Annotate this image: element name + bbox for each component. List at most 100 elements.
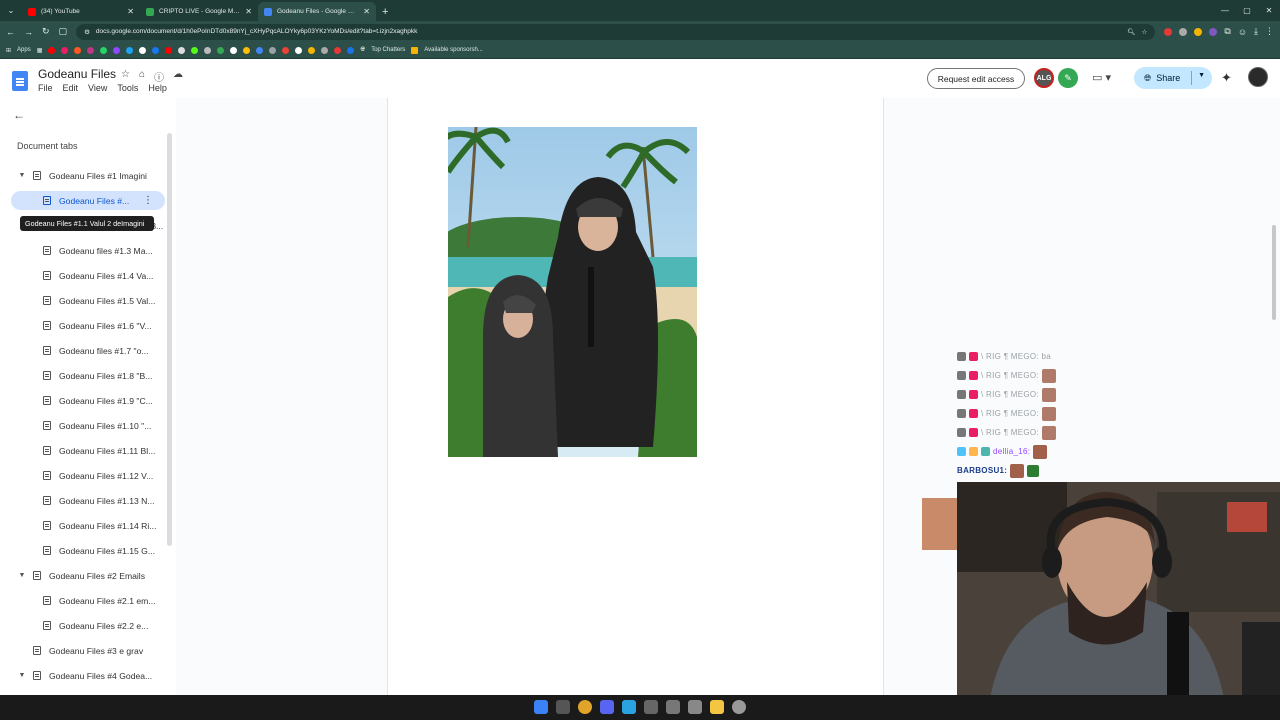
sidebar-tab-item[interactable]: Godeanu Files #1.8 "B... bbox=[37, 366, 160, 385]
document-image[interactable] bbox=[448, 127, 697, 457]
app-icon[interactable] bbox=[666, 700, 680, 714]
sidebar-tab-item[interactable]: Godeanu Files #1.10 "... bbox=[37, 416, 160, 435]
search-icon[interactable] bbox=[556, 700, 570, 714]
bookmark-icon[interactable] bbox=[282, 46, 290, 54]
google-docs-logo-icon[interactable] bbox=[12, 71, 28, 91]
tab-search-icon[interactable]: ⌄ bbox=[0, 0, 22, 21]
bookmark-icon[interactable] bbox=[113, 46, 121, 54]
discord-icon[interactable] bbox=[600, 700, 614, 714]
sidebar-tab-item[interactable]: Godeanu Files #1.15 G... bbox=[37, 541, 160, 560]
extension-icon[interactable] bbox=[1209, 27, 1218, 36]
bookmark-icon[interactable] bbox=[126, 46, 134, 54]
extension-icon[interactable] bbox=[1194, 27, 1203, 36]
back-arrow-icon[interactable]: ← bbox=[13, 108, 25, 122]
menu-help[interactable]: Help bbox=[148, 83, 167, 93]
document-title[interactable]: Godeanu Files bbox=[38, 67, 116, 81]
sidebar-tab-item[interactable]: Godeanu Files #2.1 em... bbox=[37, 591, 160, 610]
close-tab-icon[interactable]: ✕ bbox=[127, 7, 134, 16]
menu-edit[interactable]: Edit bbox=[63, 83, 79, 93]
extension-icon[interactable] bbox=[1164, 27, 1173, 36]
chevron-down-icon[interactable]: ▼ bbox=[1198, 72, 1205, 79]
bookmark-icon[interactable] bbox=[334, 46, 342, 54]
bookmark-icon[interactable] bbox=[321, 46, 329, 54]
all-bookmarks-icon[interactable]: ▦ bbox=[37, 47, 43, 54]
sidebar-tab-item[interactable]: Godeanu Files #1.4 Va... bbox=[37, 266, 160, 285]
bookmark-icon[interactable] bbox=[61, 46, 69, 54]
app-icon[interactable] bbox=[644, 700, 658, 714]
sidebar-tab-item[interactable]: Godeanu Files #1.12 V... bbox=[37, 466, 160, 485]
move-icon[interactable]: ⌂ bbox=[139, 69, 145, 84]
bookmark-icon[interactable] bbox=[295, 46, 303, 54]
bookmark-icon[interactable] bbox=[74, 46, 82, 54]
caret-down-icon[interactable]: ▼ bbox=[17, 572, 27, 579]
back-icon[interactable]: ← bbox=[6, 27, 15, 37]
sidebar-tab-item[interactable]: Godeanu files #1.7 "o... bbox=[37, 341, 160, 360]
bookmark-icon[interactable] bbox=[217, 46, 225, 54]
sidebar-tab-item[interactable]: Godeanu Files #1.9 "C... bbox=[37, 391, 160, 410]
zoom-icon[interactable]: 🔍︎ bbox=[1127, 28, 1135, 36]
bookmark-icon[interactable] bbox=[269, 46, 277, 54]
sidebar-tab-item[interactable]: Godeanu files #1.3 Ma... bbox=[37, 241, 160, 260]
url-text[interactable]: docs.google.com/document/d/1h0ePoInDTd0x… bbox=[96, 28, 1121, 35]
bookmark-apps[interactable]: Apps bbox=[17, 47, 31, 53]
sidebar-tab-item[interactable]: ▼ Godeanu Files #4 Godea... bbox=[17, 666, 160, 685]
bookmark-icon[interactable] bbox=[191, 46, 199, 54]
app-icon[interactable] bbox=[688, 700, 702, 714]
telegram-icon[interactable] bbox=[622, 700, 636, 714]
browser-tab-maps[interactable]: CRIPTO LIVE - Google Maps ✕ bbox=[140, 2, 258, 21]
share-button[interactable]: 🌐︎ Share ▼ bbox=[1134, 67, 1212, 89]
info-icon[interactable]: ⓘ bbox=[154, 69, 164, 84]
request-edit-access-button[interactable]: Request edit access bbox=[927, 68, 1025, 89]
extensions-puzzle-icon[interactable]: ⧉ bbox=[1224, 26, 1230, 37]
account-avatar[interactable] bbox=[1248, 67, 1268, 87]
browser-tab-docs[interactable]: Godeanu Files - Google Docs ✕ bbox=[258, 2, 376, 21]
minimize-icon[interactable]: — bbox=[1214, 0, 1236, 21]
settings-icon[interactable] bbox=[732, 700, 746, 714]
tab-groups-icon[interactable]: ▢ bbox=[59, 26, 68, 37]
star-icon[interactable]: ☆ bbox=[121, 69, 130, 84]
sidebar-scrollbar[interactable] bbox=[167, 133, 172, 546]
page-scrollbar[interactable] bbox=[1272, 225, 1276, 320]
menu-file[interactable]: File bbox=[38, 83, 53, 93]
sidebar-tab-item[interactable]: ▼ Godeanu Files #1 Imagini bbox=[17, 166, 160, 185]
close-tab-icon[interactable]: ✕ bbox=[245, 7, 252, 16]
apps-grid-icon[interactable]: ⊞ bbox=[6, 47, 11, 54]
chrome-icon[interactable] bbox=[578, 700, 592, 714]
new-tab-button[interactable]: + bbox=[382, 6, 388, 21]
caret-down-icon[interactable]: ▼ bbox=[17, 172, 27, 179]
bookmark-icon[interactable] bbox=[243, 46, 251, 54]
menu-view[interactable]: View bbox=[88, 83, 107, 93]
folder-icon[interactable] bbox=[710, 700, 724, 714]
chrome-menu-icon[interactable]: ⋮ bbox=[1265, 26, 1274, 37]
bookmark-icon[interactable] bbox=[87, 46, 95, 54]
collaborator-avatar[interactable]: ALG bbox=[1034, 68, 1054, 88]
bookmark-top-chatters[interactable]: Top Chatters bbox=[371, 47, 405, 53]
collaborator-avatar-green[interactable]: ✎ bbox=[1058, 68, 1078, 88]
forward-icon[interactable]: → bbox=[24, 27, 33, 37]
site-info-icon[interactable]: ⚙ bbox=[84, 28, 90, 36]
profile-icon[interactable]: ☺ bbox=[1238, 27, 1247, 37]
sidebar-tab-item[interactable]: Godeanu Files #1.14 Ri... bbox=[37, 516, 160, 535]
bookmark-icon[interactable] bbox=[48, 46, 56, 54]
sidebar-tab-item[interactable]: Godeanu Files #2.2 e... bbox=[37, 616, 160, 635]
meet-video-icon[interactable]: ▭ ▾ bbox=[1092, 71, 1111, 84]
sidebar-tab-item[interactable]: Godeanu Files #3 e grav bbox=[17, 641, 160, 660]
bookmark-icon[interactable] bbox=[308, 46, 316, 54]
bookmark-icon[interactable] bbox=[347, 46, 355, 54]
more-options-icon[interactable]: ⋮ bbox=[143, 195, 153, 206]
browser-tab-youtube[interactable]: (34) YouTube ✕ bbox=[22, 2, 140, 21]
sidebar-tab-item[interactable]: Godeanu Files #1.13 N... bbox=[37, 491, 160, 510]
bookmark-icon[interactable] bbox=[178, 46, 186, 54]
reload-icon[interactable]: ↻ bbox=[42, 26, 50, 37]
sidebar-tab-item[interactable]: ▼ Godeanu Files #2 Emails bbox=[17, 566, 160, 585]
gemini-sparkle-icon[interactable]: ✦ bbox=[1221, 70, 1232, 86]
close-window-icon[interactable]: ✕ bbox=[1258, 0, 1280, 21]
sidebar-tab-item[interactable]: Godeanu Files #... ⋮ bbox=[11, 191, 165, 210]
caret-down-icon[interactable]: ▼ bbox=[17, 672, 27, 679]
downloads-icon[interactable]: ⤓ bbox=[1254, 26, 1258, 37]
bookmark-icon[interactable] bbox=[256, 46, 264, 54]
sidebar-tab-item[interactable]: Godeanu Files #1.5 Val... bbox=[37, 291, 160, 310]
bookmark-icon[interactable] bbox=[204, 46, 212, 54]
bookmark-icon[interactable] bbox=[152, 46, 160, 54]
bookmark-icon[interactable] bbox=[100, 46, 108, 54]
